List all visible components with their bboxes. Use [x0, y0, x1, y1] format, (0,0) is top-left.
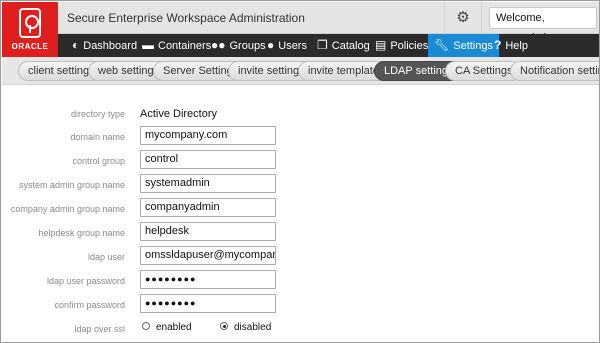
confirm-password-field[interactable]: ●●●●●●●●: [140, 294, 276, 313]
radio-enabled-icon[interactable]: [142, 322, 150, 331]
settings-subnav: client settings web settings Server Sett…: [2, 57, 599, 85]
top-header: Secure Enterprise Workspace Administrati…: [58, 2, 599, 44]
nav-containers[interactable]: ▬ Containers: [142, 34, 211, 57]
nav-label: Help: [505, 40, 528, 52]
helpdesk-group-field[interactable]: helpdesk: [140, 222, 276, 241]
security-badge-icon: [19, 8, 41, 38]
ldap-user-label: ldap user: [87, 252, 125, 262]
helpdesk-group-label: helpdesk group name: [38, 228, 125, 238]
radio-disabled-label: disabled: [234, 322, 272, 333]
nav-label: Policies: [390, 40, 429, 52]
catalog-icon: ❐: [317, 38, 328, 52]
nav-policies[interactable]: ▤ Policies: [375, 34, 428, 57]
ssl-radio-enabled[interactable]: enabled: [142, 322, 192, 333]
wrench-icon: 🔧︎: [434, 38, 450, 52]
system-admin-group-label: system admin group name: [18, 180, 125, 190]
nav-label: Users: [278, 40, 307, 52]
control-group-field[interactable]: control: [140, 150, 276, 169]
containers-icon: ▬: [142, 38, 154, 52]
tab-notification-settings[interactable]: Notification settings: [510, 61, 599, 81]
nav-catalog[interactable]: ❐ Catalog: [317, 34, 370, 57]
ldap-password-label: ldap user password: [46, 276, 125, 286]
confirm-password-label: confirm password: [54, 300, 125, 310]
user-icon: ●: [267, 38, 275, 52]
directory-type-label: directory type: [70, 109, 125, 119]
nav-label: Groups: [229, 40, 266, 52]
ldap-user-field[interactable]: omssldapuser@mycompany.com: [140, 246, 276, 265]
policies-icon: ▤: [375, 38, 387, 52]
control-group-label: control group: [72, 156, 125, 166]
ldap-settings-form: directory type Active Directory domain n…: [2, 86, 599, 342]
radio-disabled-icon[interactable]: [220, 322, 228, 331]
domain-name-field[interactable]: mycompany.com: [140, 126, 276, 145]
logo-text: ORACLE: [11, 42, 49, 51]
company-admin-group-label: company admin group name: [10, 204, 125, 214]
nav-users[interactable]: ● Users: [267, 34, 307, 57]
nav-dashboard[interactable]: ◐ Dashboard: [72, 34, 137, 57]
oracle-logo: ORACLE: [2, 2, 58, 58]
domain-name-label: domain name: [70, 132, 125, 142]
company-admin-group-field[interactable]: companyadmin: [140, 198, 276, 217]
nav-groups[interactable]: ●● Groups: [211, 34, 266, 57]
app-title: Secure Enterprise Workspace Administrati…: [67, 11, 305, 25]
nav-label: Catalog: [331, 40, 370, 52]
nav-settings[interactable]: 🔧︎ Settings: [428, 34, 499, 57]
directory-type-value: Active Directory: [140, 108, 218, 120]
system-admin-group-field[interactable]: systemadmin: [140, 174, 276, 193]
welcome-user-menu[interactable]: Welcome, msacadmin: [489, 7, 597, 44]
main-nav: ◐ Dashboard ▬ Containers ●● Groups ● Users ❐…: [58, 34, 599, 57]
app-window: ORACLE Secure Enterprise Workspace Admin…: [0, 0, 600, 343]
nav-help[interactable]: ? Help: [494, 34, 528, 57]
nav-label: Containers: [158, 40, 212, 52]
groups-icon: ●●: [211, 38, 226, 52]
radio-enabled-label: enabled: [156, 322, 192, 333]
ldap-password-field[interactable]: ●●●●●●●●: [140, 270, 276, 289]
dashboard-icon: ◐: [72, 38, 80, 52]
gear-icon[interactable]: ⚙: [444, 2, 482, 34]
nav-label: Settings: [453, 40, 493, 52]
nav-label: Dashboard: [83, 40, 138, 52]
ldap-over-ssl-label: ldap over ssl: [74, 324, 125, 334]
ssl-radio-disabled[interactable]: disabled: [220, 322, 271, 333]
question-icon: ?: [494, 38, 502, 52]
